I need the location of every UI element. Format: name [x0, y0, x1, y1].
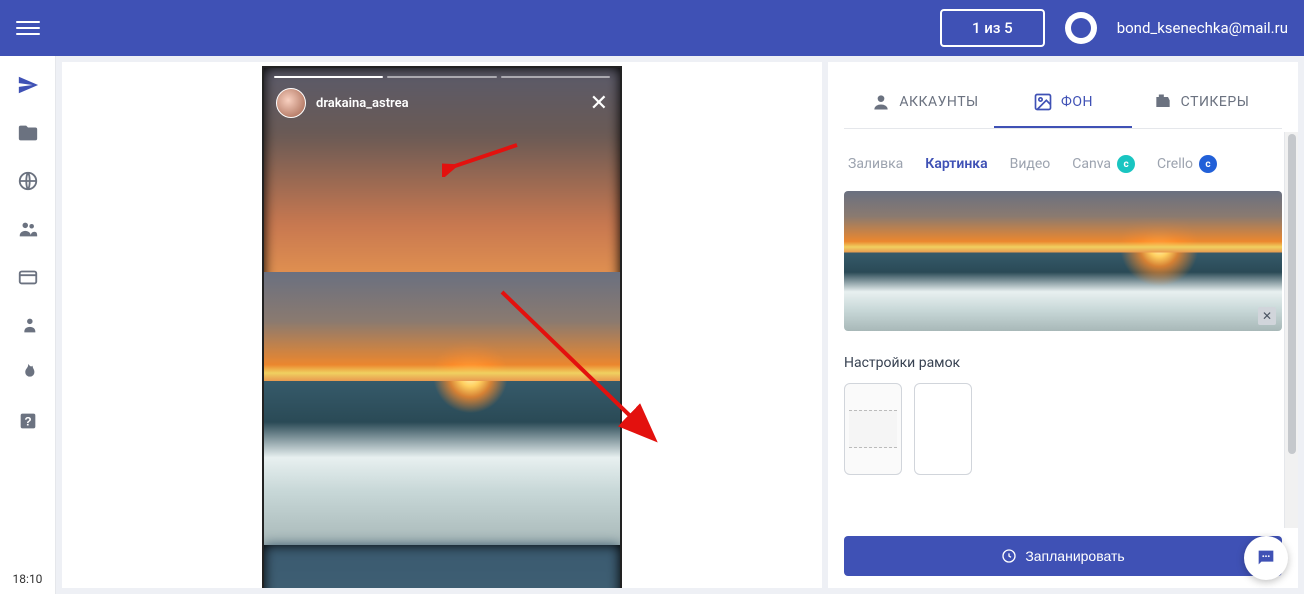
clock: 18:10: [13, 564, 43, 594]
app-header: 1 из 5 bond_ksenechka@mail.ru: [0, 0, 1304, 56]
subtab-canva[interactable]: Canva c: [1072, 155, 1135, 173]
tab-stickers-label: СТИКЕРЫ: [1181, 94, 1250, 110]
chat-support-button[interactable]: [1244, 536, 1288, 580]
chat-icon: [1255, 547, 1277, 569]
sidebar: ? 18:10: [0, 56, 56, 594]
user-icon: [871, 92, 891, 112]
subtab-image[interactable]: Картинка: [925, 156, 987, 172]
nav-people[interactable]: [8, 212, 48, 246]
page-counter[interactable]: 1 из 5: [940, 9, 1045, 47]
tab-stickers[interactable]: СТИКЕРЫ: [1132, 78, 1270, 128]
subtab-crello[interactable]: Crello c: [1157, 155, 1217, 173]
canvas-area: drakaina_astrea ✕: [62, 62, 822, 588]
tab-background[interactable]: ФОН: [994, 78, 1132, 128]
story-progress-bars: [274, 76, 610, 78]
image-icon: [1033, 92, 1053, 112]
story-username: drakaina_astrea: [316, 96, 409, 111]
subtab-video[interactable]: Видео: [1010, 156, 1051, 172]
nav-fire[interactable]: [8, 356, 48, 390]
crello-badge-icon: c: [1199, 155, 1217, 173]
schedule-label: Запланировать: [1025, 548, 1124, 564]
tab-accounts[interactable]: АККАУНТЫ: [856, 78, 994, 128]
nav-globe[interactable]: [8, 164, 48, 198]
clock-plus-icon: [1001, 548, 1017, 564]
frame-option-fill[interactable]: [914, 383, 972, 475]
menu-toggle-button[interactable]: [16, 16, 40, 40]
close-icon[interactable]: ✕: [590, 91, 608, 116]
scrollbar-thumb[interactable]: [1288, 134, 1296, 454]
schedule-button[interactable]: Запланировать: [844, 536, 1282, 576]
sticker-icon: [1153, 92, 1173, 112]
background-image-thumb[interactable]: ✕: [844, 191, 1282, 331]
frame-settings-title: Настройки рамок: [844, 355, 1282, 371]
nav-folder[interactable]: [8, 116, 48, 150]
avatar[interactable]: [1065, 12, 1097, 44]
frame-option-letterbox[interactable]: [844, 383, 902, 475]
story-image: [264, 272, 620, 545]
tab-accounts-label: АККАУНТЫ: [899, 94, 978, 110]
right-panel: АККАУНТЫ ФОН СТИКЕРЫ Заливка Картинка Ви…: [828, 62, 1298, 588]
delete-image-button[interactable]: ✕: [1258, 307, 1276, 325]
user-email: bond_ksenechka@mail.ru: [1117, 19, 1288, 37]
nav-help[interactable]: ?: [8, 404, 48, 438]
tab-background-label: ФОН: [1061, 94, 1093, 110]
story-avatar: [276, 88, 306, 118]
svg-text:?: ?: [24, 415, 31, 429]
canva-badge-icon: c: [1117, 155, 1135, 173]
subtab-fill[interactable]: Заливка: [848, 156, 903, 172]
nav-card[interactable]: [8, 260, 48, 294]
nav-add-people[interactable]: [8, 308, 48, 342]
nav-send[interactable]: [8, 68, 48, 102]
story-preview[interactable]: drakaina_astrea ✕: [262, 66, 622, 588]
